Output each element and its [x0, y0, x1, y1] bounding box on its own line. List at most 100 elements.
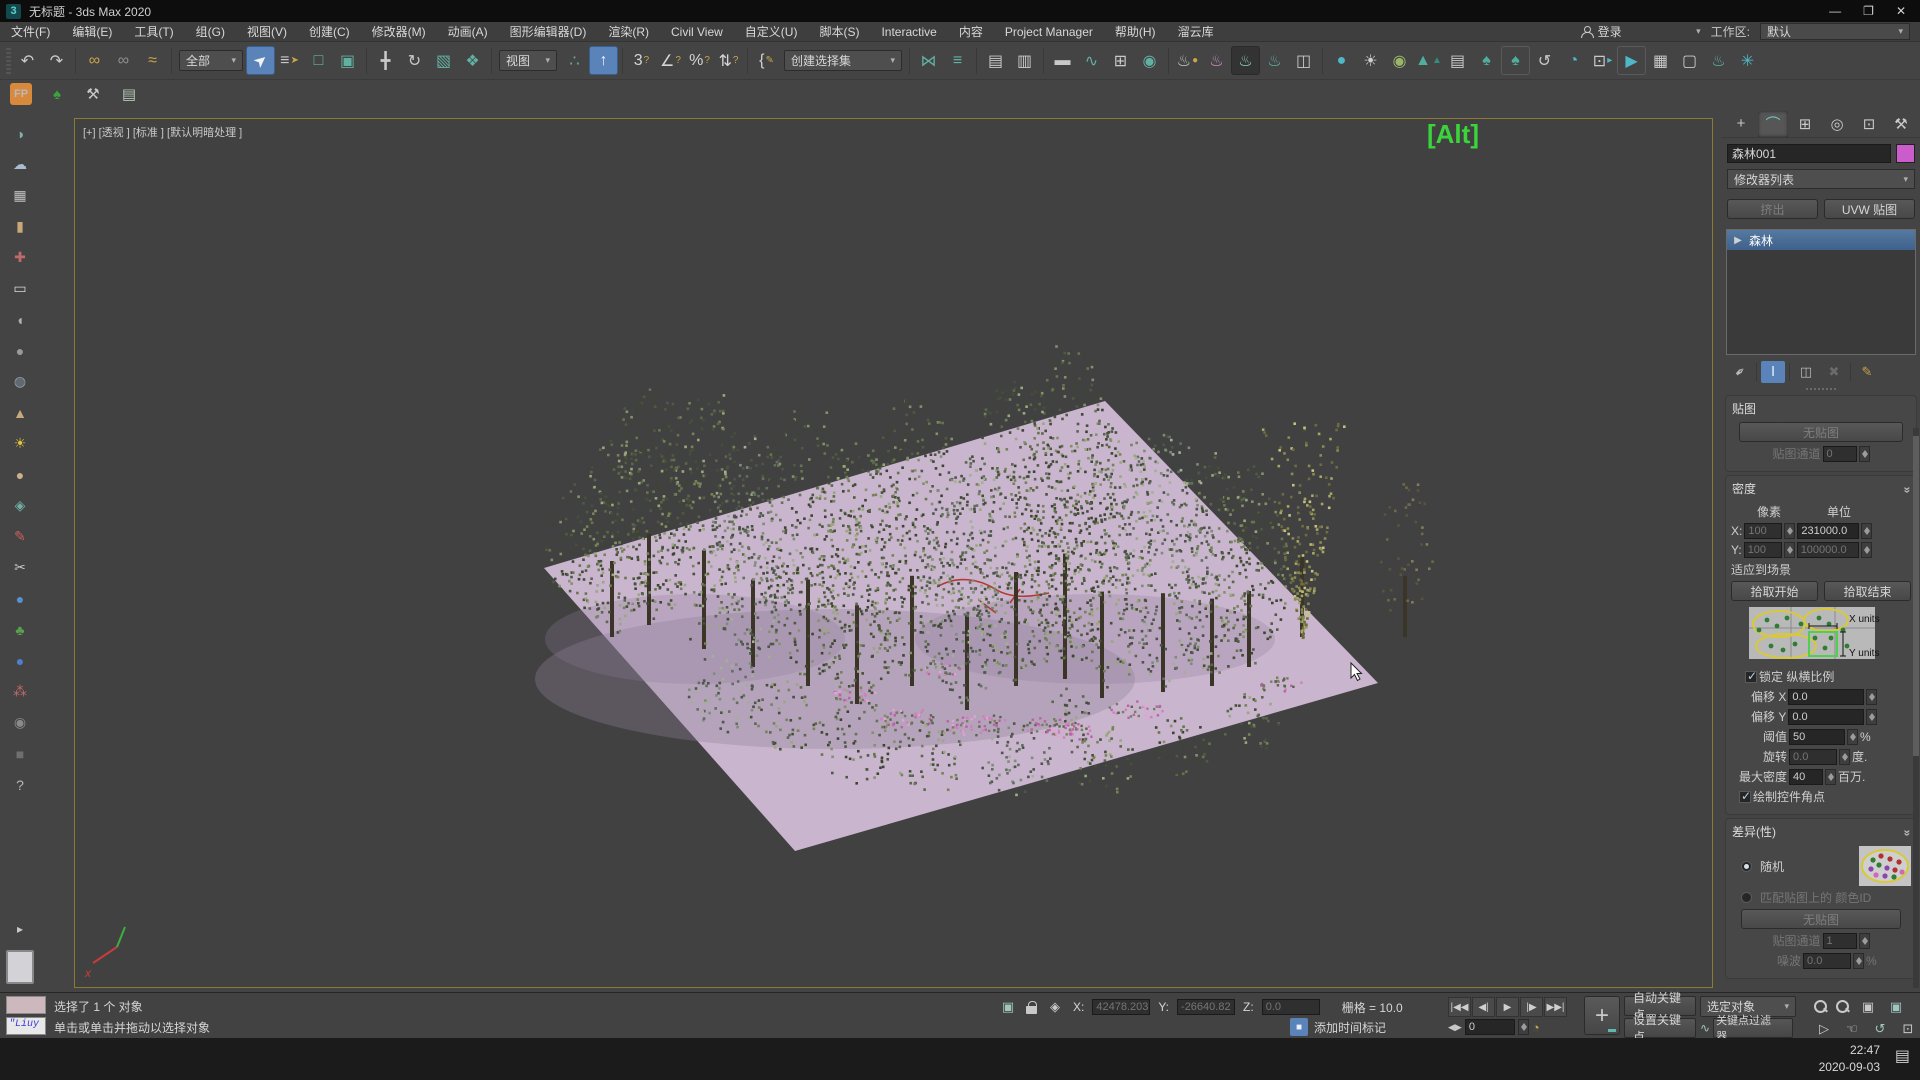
offset-y-spinner[interactable]: [1866, 709, 1877, 725]
curve-editor-icon[interactable]: ∿: [1077, 46, 1106, 75]
cone-tool-icon[interactable]: ▲: [7, 399, 33, 426]
forest-pack-button[interactable]: FP: [10, 83, 32, 105]
add-time-tag[interactable]: 添加时间标记: [1314, 1019, 1386, 1036]
playback-button[interactable]: |◀◀: [1448, 997, 1471, 1017]
sphere-gray-icon[interactable]: ●: [7, 337, 33, 364]
y-coord-field[interactable]: -26640.82: [1177, 999, 1235, 1015]
time-config-icon[interactable]: ◔: [1532, 1020, 1540, 1035]
tab-motion[interactable]: ◎: [1822, 111, 1852, 137]
variation-no-map-button[interactable]: 无贴图: [1741, 909, 1901, 929]
render-setup-icon[interactable]: ♨●: [1173, 46, 1202, 75]
x-coord-field[interactable]: 42478.203: [1092, 999, 1150, 1015]
noise-field[interactable]: 0.0: [1803, 953, 1851, 969]
rail-expand-arrow[interactable]: ▸: [17, 922, 23, 936]
y-units-spinner[interactable]: [1861, 542, 1872, 558]
select-object-icon[interactable]: ➤: [246, 46, 275, 75]
menu-动画(A)[interactable]: 动画(A): [437, 22, 499, 42]
select-move-icon[interactable]: ╋: [371, 46, 400, 75]
rendered-frame-icon[interactable]: ♨: [1202, 46, 1231, 75]
cut-tool-icon[interactable]: ✂: [7, 554, 33, 581]
eye-tool-icon[interactable]: ◉: [7, 709, 33, 736]
menu-脚本(S)[interactable]: 脚本(S): [808, 22, 870, 42]
max-density-field[interactable]: 40: [1789, 769, 1823, 785]
zoom-extents-icon[interactable]: ▣: [1858, 997, 1878, 1017]
ref-coordsys-dropdown[interactable]: 视图▾: [499, 50, 557, 71]
region-render-icon[interactable]: ⊡▸: [1588, 46, 1617, 75]
rotate-field[interactable]: 0.0: [1789, 749, 1837, 765]
list-tool-icon[interactable]: ▤: [1443, 46, 1472, 75]
offset-y-field[interactable]: 0.0: [1788, 709, 1864, 725]
workspace-dropdown[interactable]: 默认 ▾: [1760, 23, 1910, 40]
panel-scrollbar[interactable]: [1913, 428, 1919, 988]
rail-sample-swatch[interactable]: [6, 950, 34, 984]
y-units-field[interactable]: 100000.0: [1797, 542, 1859, 558]
render-iterative-icon[interactable]: ♨: [1260, 46, 1289, 75]
maximize-button[interactable]: ❐: [1863, 4, 1874, 18]
scatter-dots-icon[interactable]: ⁂: [7, 678, 33, 705]
menu-Interactive[interactable]: Interactive: [870, 22, 947, 42]
render-production-icon[interactable]: ♨: [1231, 46, 1260, 75]
ribbon-icon[interactable]: ▬: [1048, 46, 1077, 75]
link-icon[interactable]: ∞: [80, 46, 109, 75]
density-rollout-header[interactable]: 密度 »: [1731, 479, 1911, 500]
light-icon[interactable]: ☀: [1356, 46, 1385, 75]
menu-内容[interactable]: 内容: [948, 22, 994, 42]
lock-aspect-checkbox[interactable]: [1745, 671, 1757, 683]
zoom-all-icon[interactable]: [1836, 1000, 1850, 1014]
menu-工具(T)[interactable]: 工具(T): [123, 22, 184, 42]
bind-spacewarp-icon[interactable]: ≈: [138, 46, 167, 75]
cube-tool-icon[interactable]: ■: [7, 740, 33, 767]
plant-tool-icon[interactable]: ♣: [7, 616, 33, 643]
set-key-button[interactable]: 设置关键点: [1624, 1018, 1696, 1038]
noise-spinner[interactable]: [1853, 953, 1864, 969]
tree-box-icon[interactable]: ♠: [1501, 46, 1530, 75]
configure-modifier-icon[interactable]: ✎: [1855, 361, 1879, 383]
set-keys-button[interactable]: +: [1584, 996, 1620, 1035]
named-selection-dropdown[interactable]: 创建选择集▾: [784, 50, 902, 71]
menu-组(G)[interactable]: 组(G): [185, 22, 236, 42]
sphere-tan-icon[interactable]: ●: [7, 461, 33, 488]
playback-button[interactable]: |▶: [1520, 997, 1543, 1017]
selection-lock-icon[interactable]: [1026, 1006, 1037, 1014]
stack-item-forest[interactable]: ▶ 森林: [1727, 230, 1915, 250]
pick-end-button[interactable]: 拾取结束: [1824, 581, 1911, 601]
make-unique-icon[interactable]: ◫: [1794, 361, 1818, 383]
orbit-icon[interactable]: ↺: [1870, 1019, 1890, 1039]
sphere-blue-icon[interactable]: ●: [7, 585, 33, 612]
variation-channel-field[interactable]: 1: [1823, 933, 1857, 949]
transform-gizmo-icon[interactable]: ◈: [1045, 997, 1065, 1017]
rect-region-icon[interactable]: □: [304, 46, 333, 75]
match-colorid-radio[interactable]: [1741, 892, 1752, 903]
x-units-spinner[interactable]: [1861, 523, 1872, 539]
snap-spinner-icon[interactable]: ⇅?: [714, 46, 743, 75]
threshold-field[interactable]: 50: [1789, 729, 1845, 745]
frame-spinner[interactable]: [1518, 1019, 1529, 1035]
menu-渲染(R)[interactable]: 渲染(R): [597, 22, 660, 42]
time-tag-icon[interactable]: ■: [1290, 1018, 1308, 1036]
modifier-list-dropdown[interactable]: 修改器列表 ▾: [1727, 169, 1915, 189]
medical-tool-icon[interactable]: ✚: [7, 244, 33, 271]
viewport-label[interactable]: [+] [透视 ] [标准 ] [默认明暗处理 ]: [83, 124, 242, 140]
schematic-view-icon[interactable]: ⊞: [1106, 46, 1135, 75]
unlink-icon[interactable]: ∞: [109, 46, 138, 75]
gear-tool-icon[interactable]: ✳: [1733, 46, 1762, 75]
select-rotate-icon[interactable]: ↻: [400, 46, 429, 75]
play-render-icon[interactable]: ▶: [1617, 46, 1646, 75]
fp-tools-icon[interactable]: ⚒: [82, 83, 104, 105]
menu-编辑(E)[interactable]: 编辑(E): [61, 22, 123, 42]
swirl-tool-icon[interactable]: ↺: [1530, 46, 1559, 75]
menu-图形编辑器(D)[interactable]: 图形编辑器(D): [499, 22, 598, 42]
pen-tool-icon[interactable]: ✎: [7, 523, 33, 550]
camcorder-icon[interactable]: ▦: [1646, 46, 1675, 75]
pin-stack-icon[interactable]: ✒: [1728, 361, 1752, 383]
viewport[interactable]: [+] [透视 ] [标准 ] [默认明暗处理 ] [Alt] x: [74, 118, 1713, 988]
capsule-tool-icon[interactable]: ◖: [7, 306, 33, 333]
align-icon[interactable]: ≡: [943, 46, 972, 75]
state-compare-icon[interactable]: ◫: [1289, 46, 1318, 75]
uvw-map-button[interactable]: UVW 贴图: [1824, 199, 1915, 219]
material-editor-icon[interactable]: ◉: [1135, 46, 1164, 75]
offset-x-field[interactable]: 0.0: [1788, 689, 1864, 705]
undo-icon[interactable]: ↶: [13, 46, 42, 75]
minimize-button[interactable]: —: [1829, 4, 1841, 18]
threshold-spinner[interactable]: [1847, 729, 1858, 745]
